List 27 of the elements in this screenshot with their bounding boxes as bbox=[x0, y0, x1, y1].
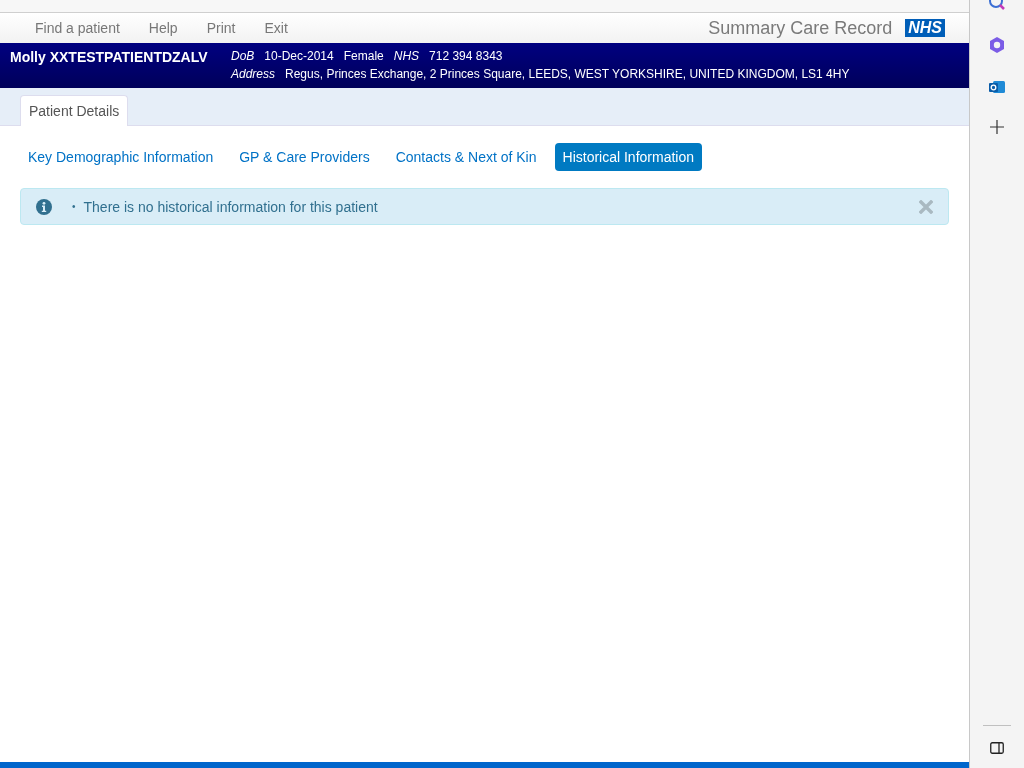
tab[interactable]: Patient Details bbox=[20, 95, 129, 126]
sidebar-toggle-icon[interactable] bbox=[990, 742, 1004, 754]
section-tab[interactable]: Key Demographic Information bbox=[20, 143, 222, 171]
field-label: NHS bbox=[393, 49, 420, 63]
plus-icon[interactable] bbox=[990, 120, 1004, 134]
brand-title: Summary Care Record bbox=[708, 17, 893, 39]
section-tab[interactable]: Contacts & Next of Kin bbox=[387, 143, 545, 171]
field-value: 712 394 8343 bbox=[429, 49, 503, 63]
nav-link[interactable]: Print bbox=[206, 20, 236, 36]
nav-link[interactable]: Help bbox=[148, 20, 178, 36]
section-tab[interactable]: GP & Care Providers bbox=[231, 143, 378, 171]
mail-icon[interactable] bbox=[988, 78, 1006, 96]
field-value: Female bbox=[343, 49, 384, 63]
nhs-logo: NHS bbox=[905, 19, 945, 37]
field-value: Regus, Princes Exchange, 2 Princes Square, LEEDS, WEST YORKSHIRE, UNITED KINGDOM, LS1 4HY bbox=[285, 67, 850, 81]
nav-link[interactable]: Exit bbox=[264, 20, 288, 36]
alert-message: There is no historical information for this patient bbox=[83, 198, 378, 215]
bullet: • bbox=[72, 199, 76, 214]
patient-name: Molly XXTESTPATIENTDZALV bbox=[10, 49, 209, 67]
info-icon bbox=[36, 198, 52, 215]
search-icon[interactable] bbox=[987, 0, 1007, 12]
field-label: DoB bbox=[231, 49, 255, 63]
nav-link[interactable]: Find a patient bbox=[35, 20, 120, 36]
section-tab[interactable]: Historical Information bbox=[554, 143, 702, 171]
field-label: Address bbox=[231, 67, 276, 81]
hexagon-icon[interactable] bbox=[988, 36, 1006, 54]
field-value: 10-Dec-2014 bbox=[264, 49, 334, 63]
